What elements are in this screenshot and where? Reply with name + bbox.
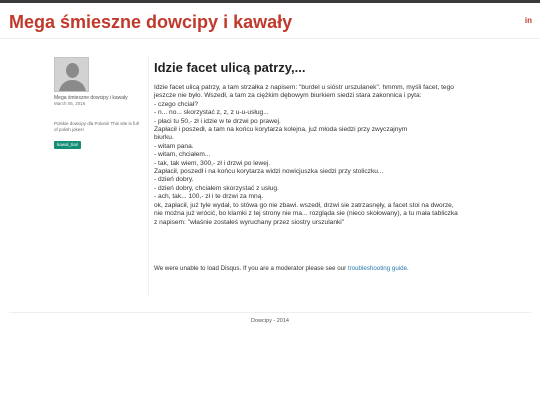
article-line: biurku. — [154, 134, 174, 142]
article-line: Zapłacił i poszedł, a tam na końcu koryt… — [154, 126, 408, 134]
footer-divider — [9, 312, 531, 313]
article-line: jeszcze nie było. Wszedł, a tam za ciężk… — [154, 92, 422, 100]
site-description: Polskie dowcipy dla Polonii! This site i… — [54, 121, 139, 132]
site-title[interactable]: Mega śmieszne dowcipy i kawały — [9, 12, 292, 33]
article-line: - witam, chciałem... — [154, 151, 211, 159]
disqus-error-message: We were unable to load Disqus. If you ar… — [154, 265, 409, 272]
disqus-message-suffix: . — [407, 265, 409, 272]
sidebar-divider — [148, 55, 149, 295]
article-title[interactable]: Idzie facet ulicą patrzy,... — [154, 60, 494, 75]
article-line: - czego chciał? — [154, 100, 198, 108]
article-line: - n... no... skorzystać z, z, z u-u-usłu… — [154, 109, 269, 117]
article-line: - płaci tu 50,- zł i idzie w te drzwi po… — [154, 117, 281, 125]
article-line: - dzień dobry. — [154, 176, 194, 184]
article-line: - tak, tak wiem, 300,- zł i drzwi po lew… — [154, 159, 271, 167]
article-line: nie można już wrócić, bo klamki z tej st… — [154, 210, 458, 218]
disqus-message-text: We were unable to load Disqus. If you ar… — [154, 265, 348, 272]
tag-badge[interactable]: kawal_tiari — [54, 141, 82, 149]
header-divider — [0, 38, 540, 39]
avatar — [54, 57, 89, 92]
article-line: - dzień dobry, chciałem skorzystać z usł… — [154, 184, 279, 192]
troubleshooting-guide-link[interactable]: troubleshooting guide — [348, 265, 407, 272]
post-date: March 05, 2016 — [54, 101, 86, 106]
article-body: Idzie facet ulicą patrzy, a tam strzałka… — [154, 84, 494, 227]
article-line: z napisem: "właśnie zostałeś wyruchany p… — [154, 218, 345, 226]
article-line: Zapłacił, poszedł i na końcu korytarza w… — [154, 168, 384, 176]
avatar-shoulders-shape — [59, 80, 86, 91]
linkedin-icon[interactable]: in — [525, 16, 532, 25]
article-line: Idzie facet ulicą patrzy, a tam strzałka… — [154, 84, 454, 91]
footer-text: Dowcipy - 2014 — [251, 318, 289, 324]
avatar-head-shape — [66, 63, 79, 78]
article-line: - witam pana. — [154, 142, 194, 150]
article-line: - ach, tak... 100,- zł i te drzwi za mną… — [154, 193, 264, 201]
article: Idzie facet ulicą patrzy,... Idzie facet… — [154, 60, 494, 227]
top-bar — [0, 0, 540, 3]
author-sidebar: Mega śmieszne dowcipy i kawały March 05,… — [54, 57, 144, 151]
article-line: ok, zapłacił, już tyle wydał, to stówa g… — [154, 201, 454, 209]
